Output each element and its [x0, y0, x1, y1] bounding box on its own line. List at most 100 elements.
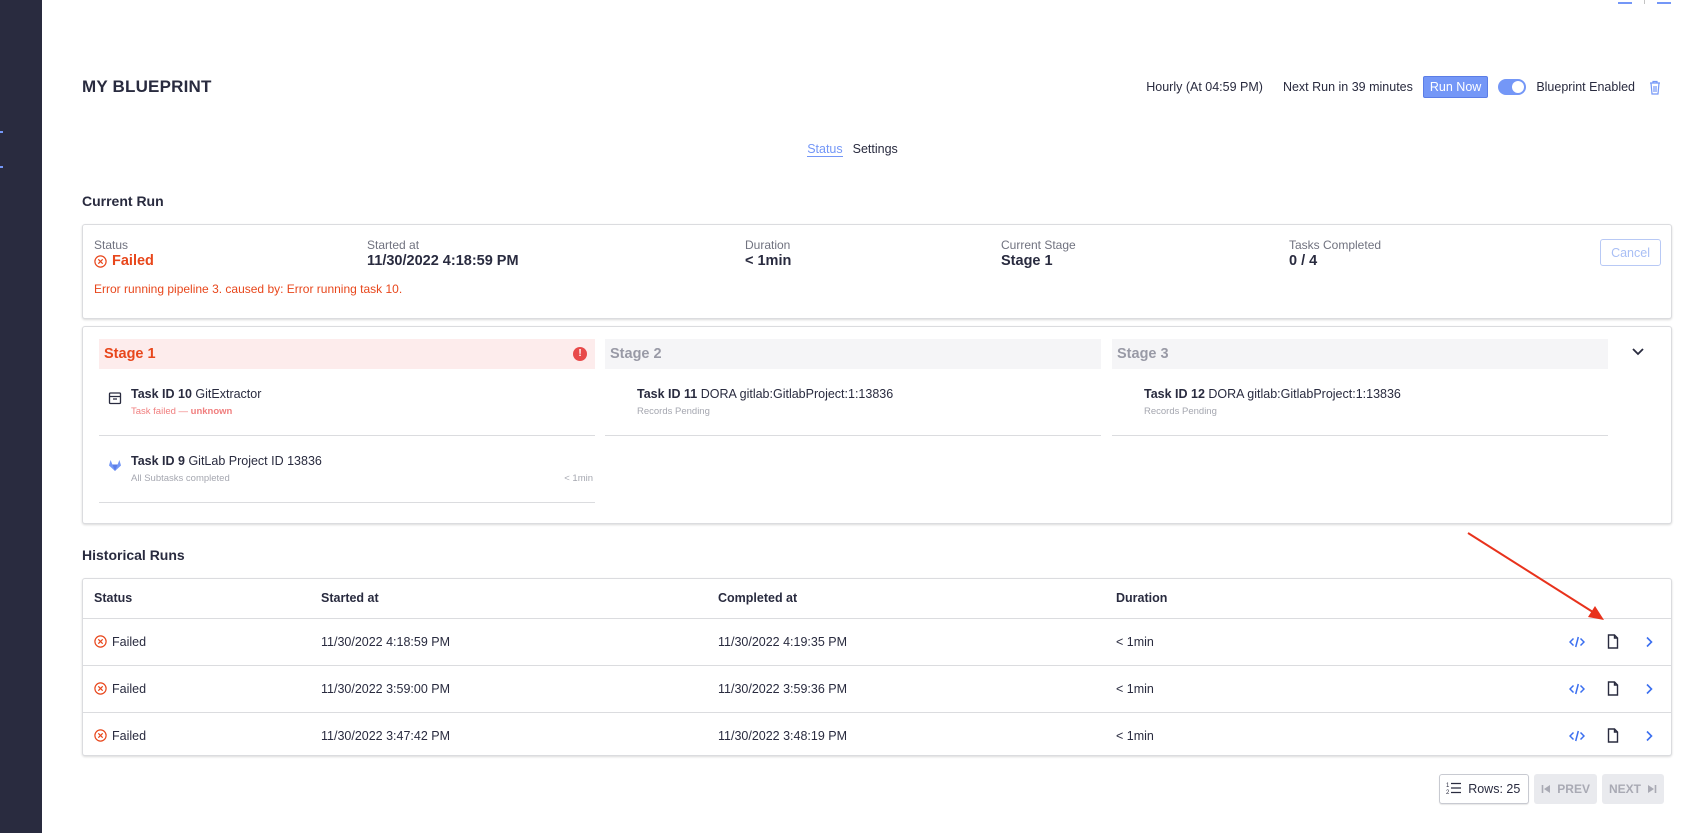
tab-status[interactable]: Status: [807, 142, 843, 157]
svg-text:1: 1: [1446, 783, 1450, 789]
top-menu-icon[interactable]: [1618, 0, 1632, 4]
alert-icon: !: [573, 347, 587, 361]
task-title: Task ID 10 GitExtractor: [131, 387, 262, 401]
row-completed: 11/30/2022 3:48:19 PM: [718, 728, 848, 743]
column-header: Status: [83, 579, 321, 619]
status-text: Failed: [112, 253, 154, 269]
historical-runs-title: Historical Runs: [82, 547, 185, 563]
page-title: MY BLUEPRINT: [82, 77, 212, 96]
task-status: Records Pending: [1144, 406, 1217, 417]
numbered-list-icon: 12: [1446, 781, 1462, 798]
svg-text:2: 2: [1446, 790, 1450, 795]
run-now-button[interactable]: Run Now: [1422, 76, 1489, 98]
duration-label: Duration: [745, 238, 791, 252]
historical-runs-card: Status Started at Completed at Duration …: [82, 578, 1672, 756]
row-status: Failed: [94, 635, 321, 649]
rows-label: Rows: 25: [1468, 782, 1521, 796]
package-icon: [108, 391, 122, 405]
task-item[interactable]: Task ID 10 GitExtractor Task failed — un…: [99, 369, 595, 436]
task-item[interactable]: Task ID 9 GitLab Project ID 13836 All Su…: [99, 436, 595, 503]
step-backward-icon: [1541, 785, 1551, 793]
current-stage-value: Stage 1: [1001, 253, 1053, 269]
stages-card: Stage 1 ! Task ID 10 GitExtractor Task f…: [82, 326, 1672, 524]
stage-column: Stage 1 ! Task ID 10 GitExtractor Task f…: [99, 339, 595, 503]
blueprint-header: MY BLUEPRINT Hourly (At 04:59 PM) Next R…: [82, 76, 1661, 98]
current-stage-field: Current Stage Stage 1: [1001, 238, 1076, 269]
failed-icon: [94, 635, 107, 648]
task-duration: < 1min: [564, 473, 593, 484]
header-actions: Hourly (At 04:59 PM) Next Run in 39 minu…: [1146, 76, 1661, 98]
error-message: Error running pipeline 3. caused by: Err…: [94, 282, 403, 296]
gitlab-icon: [108, 458, 122, 472]
historical-runs-table: Status Started at Completed at Duration …: [83, 579, 1671, 759]
tab-settings[interactable]: Settings: [853, 142, 898, 157]
row-duration: < 1min: [1116, 728, 1154, 743]
next-button[interactable]: NEXT: [1601, 774, 1664, 804]
column-header: Duration: [1116, 579, 1536, 619]
document-icon[interactable]: [1605, 728, 1621, 744]
row-status: Failed: [94, 682, 321, 696]
cancel-button[interactable]: Cancel: [1600, 239, 1661, 266]
task-item[interactable]: Task ID 11 DORA gitlab:GitlabProject:1:1…: [605, 369, 1101, 436]
chevron-right-icon[interactable]: [1641, 681, 1657, 697]
row-started: 11/30/2022 3:47:42 PM: [321, 728, 451, 743]
started-label: Started at: [367, 238, 420, 252]
code-icon[interactable]: [1569, 728, 1585, 744]
duration-field: Duration < 1min: [745, 238, 791, 269]
top-toolbar: [1618, 0, 1671, 4]
row-status-text: Failed: [112, 728, 147, 743]
table-row: Failed 11/30/2022 3:47:42 PM 11/30/2022 …: [83, 712, 1671, 759]
row-status: Failed: [94, 729, 321, 743]
rows-per-page-button[interactable]: 12 Rows: 25: [1439, 774, 1530, 804]
column-header: Completed at: [718, 579, 1116, 619]
divider: [1644, 0, 1645, 4]
task-item[interactable]: Task ID 12 DORA gitlab:GitlabProject:1:1…: [1112, 369, 1608, 436]
column-header-actions: [1536, 579, 1671, 619]
chevron-down-icon[interactable]: [1631, 345, 1645, 356]
chevron-right-icon[interactable]: [1641, 634, 1657, 650]
table-header-row: Status Started at Completed at Duration: [83, 579, 1671, 619]
sidebar-marker: [0, 131, 3, 133]
tab-bar: Status Settings: [0, 142, 1681, 157]
step-forward-icon: [1648, 785, 1657, 793]
toggle-knob: [1512, 81, 1525, 93]
table-row: Failed 11/30/2022 4:18:59 PM 11/30/2022 …: [83, 618, 1671, 666]
row-status-text: Failed: [112, 681, 147, 696]
blueprint-enabled-toggle[interactable]: [1498, 79, 1527, 95]
stage-column: Stage 3 Task ID 12 DORA gitlab:GitlabPro…: [1112, 339, 1608, 436]
task-status: Task failed — unknown: [131, 406, 233, 417]
failed-icon: [94, 254, 107, 268]
failed-icon: [94, 729, 107, 742]
document-icon[interactable]: [1605, 681, 1621, 697]
blueprint-enabled-label: Blueprint Enabled: [1536, 80, 1635, 94]
tasks-completed-field: Tasks Completed 0 / 4: [1289, 238, 1381, 269]
stage-header: Stage 2: [605, 339, 1101, 369]
stage-header: Stage 1 !: [99, 339, 595, 369]
current-stage-label: Current Stage: [1001, 238, 1076, 252]
code-icon[interactable]: [1569, 681, 1585, 697]
row-actions: [1536, 681, 1671, 697]
row-actions: [1536, 634, 1671, 650]
column-header: Started at: [321, 579, 718, 619]
next-run-text: Next Run in 39 minutes: [1282, 80, 1413, 94]
status-label: Status: [94, 238, 129, 252]
started-field: Started at 11/30/2022 4:18:59 PM: [367, 238, 519, 269]
row-started: 11/30/2022 4:18:59 PM: [321, 618, 718, 666]
task-title: Task ID 12 DORA gitlab:GitlabProject:1:1…: [1144, 387, 1401, 401]
stage-column: Stage 2 Task ID 11 DORA gitlab:GitlabPro…: [605, 339, 1101, 436]
document-icon[interactable]: [1605, 634, 1621, 650]
code-icon[interactable]: [1569, 634, 1585, 650]
current-run-title: Current Run: [82, 193, 164, 209]
sidebar: [0, 0, 42, 833]
duration-value: < 1min: [745, 253, 792, 269]
chevron-right-icon[interactable]: [1641, 728, 1657, 744]
trash-icon[interactable]: [1649, 80, 1661, 95]
task-title: Task ID 9 GitLab Project ID 13836: [131, 454, 322, 468]
table-row: Failed 11/30/2022 3:59:00 PM 11/30/2022 …: [83, 665, 1671, 713]
schedule-text: Hourly (At 04:59 PM): [1146, 80, 1263, 94]
started-value: 11/30/2022 4:18:59 PM: [367, 253, 519, 269]
prev-label: PREV: [1557, 782, 1590, 796]
top-list-icon[interactable]: [1657, 0, 1671, 4]
prev-button[interactable]: PREV: [1534, 774, 1597, 804]
task-status: All Subtasks completed: [131, 473, 230, 484]
